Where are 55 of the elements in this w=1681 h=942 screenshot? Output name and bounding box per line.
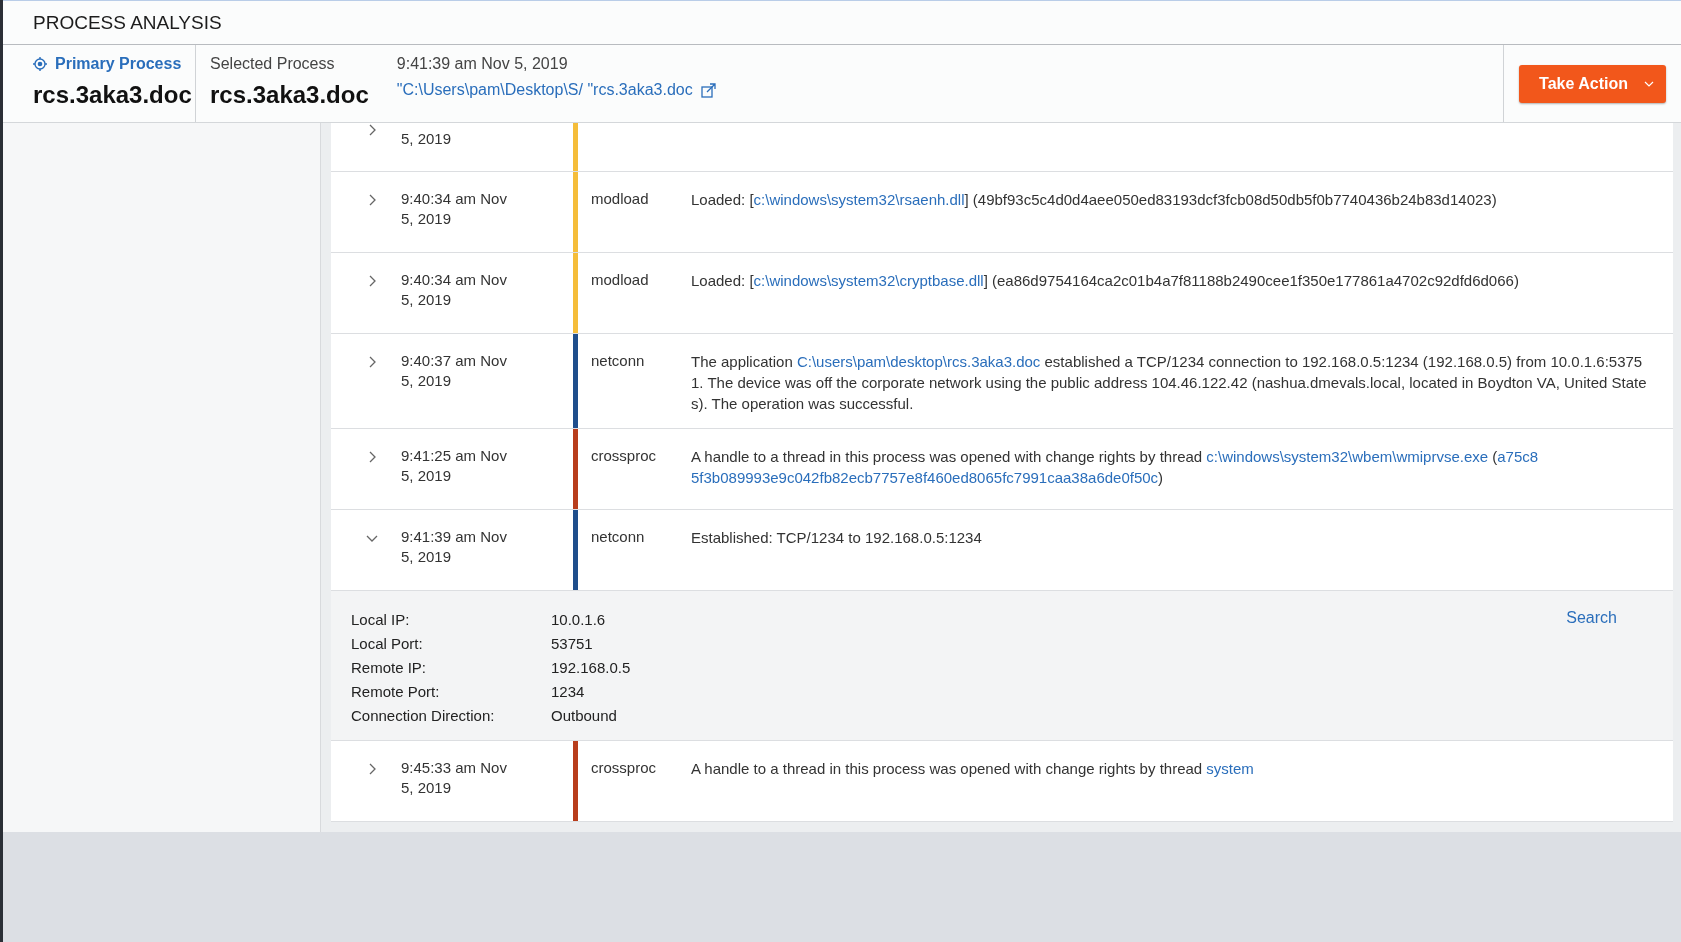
event-description: Loaded: [c:\windows\system32\rsaenh.dll] (49bf93c5c4d0d4aee050ed83193dcf3fcb08d50db5f0b7740436b24b83d14023) [691,190,1498,210]
event-type: netconn [591,528,645,545]
primary-process-link[interactable]: Primary Process [33,55,182,73]
process-path-link[interactable]: "C:\Users\pam\Desktop\S/ "rcs.3aka3.doc [396,81,716,99]
path-link[interactable]: a75c8 [1497,448,1539,465]
event-time: 9:40:37 am Nov 5, 2019 [401,351,508,391]
detail-value: 1234 [551,682,586,702]
event-description: Established: TCP/1234 to 192.168.0.5:1234 [691,528,983,548]
event-type: crossproc [591,759,657,776]
event-description: A handle to a thread in this process was opened with change rights by thread system [691,759,1255,779]
event-time: 9:40:34 am Nov 5, 2019 [401,270,508,310]
event-row[interactable] [331,334,1673,429]
detail-label: Remote IP: [351,658,428,678]
event-row[interactable]: 9:40:34 am Nov 5, 2019 modload Loaded: [c:\windows\system32\rsaenh.dll] (49bf93c5c4d0d4aee050ed83193dcf3fcb08d50db5f0b7740436b24b83d14023) [331,172,1673,253]
search-link[interactable]: Search [1566,609,1617,627]
detail-value: 10.0.1.6 [551,610,607,630]
external-link-icon [700,82,716,98]
event-row[interactable]: 9:45:33 am Nov 5, 2019 crossproc A handle to a thread in this process was opened with change rights by thread system [331,741,1673,822]
path-link[interactable]: c:\windows\system32\rsaenh.dll [753,191,965,208]
detail-value: 53751 [551,634,594,654]
selected-process-name: rcs.3aka3.doc [210,81,369,109]
detail-label: Connection Direction: [351,706,496,726]
detail-value: Outbound [551,706,618,726]
detail-label: Remote Port: [351,682,441,702]
event-type: netconn [591,352,645,369]
event-type: modload [591,271,649,288]
path-link[interactable]: C:\users\pam\desktop\rcs.3aka3.doc [796,353,1041,370]
target-icon [33,57,47,71]
primary-process-name: rcs.3aka3.doc [33,81,192,109]
detail-value: 192.168.0.5 [551,658,631,678]
event-description: The application C:\users\pam\desktop\rcs.3aka3.doc established a TCP/1234 connection to 192.168.0.5:1234 (192.168.0.5) from 10.0.1.6:53751. The device was off the corporate network using the public address 104.46.122.42 (nashua.dmevals.local, located in Boydton VA, United States). The operation was successful. [691,352,1648,414]
path-link[interactable]: 5f3b089993e9c042fb82ecb7757e8f460ed8065fc7991caa38a6de0f50c [691,469,1159,486]
event-time: 9:45:33 am Nov 5, 2019 [401,758,508,798]
event-description: A handle to a thread in this process was opened with change rights by thread c:\windows\system32\wbem\wmiprvse.exe (a75c8 5f3b089993e9c042fb82ecb7757e8f460ed8065fc7991caa38a6de0f50c) [691,447,1540,488]
caret-icon [1643,80,1654,87]
event-description: Loaded: [c:\windows\system32\cryptbase.dll] (ea86d9754164ca2c01b4a7f81188b2490cee1f350e177861a4702c92dfd6d066) [691,271,1520,291]
path-link[interactable]: c:\windows\system32\wbem\wmiprvse.exe [1206,448,1489,465]
selected-process-label: Selected Process [210,55,335,73]
event-time: 9:41:25 am Nov 5, 2019 [401,446,508,486]
process-time: 9:41:39 am Nov 5, 2019 [396,55,568,73]
event-row[interactable]: 9:40:34 am Nov 5, 2019 modload Loaded: [c:\windows\system32\cryptbase.dll] (ea86d9754164ca2c01b4a7f81188b2490cee1f350e177861a4702c92dfd6d066) [331,253,1673,334]
event-row[interactable]: 5, 2019 [331,123,1673,172]
event-time: 9:40:34 am Nov 5, 2019 [401,189,508,229]
path-link[interactable]: c:\windows\system32\cryptbase.dll [753,272,984,289]
take-action-button[interactable]: Take Action [1519,64,1666,103]
event-time: 5, 2019 [401,129,453,149]
event-type: modload [591,190,649,207]
event-row[interactable] [331,429,1673,510]
event-row[interactable]: 9:41:39 am Nov 5, 2019 netconn Established: TCP/1234 to 192.168.0.5:1234 [331,510,1673,591]
detail-label: Local IP: [351,610,411,630]
event-type: crossproc [591,447,657,464]
detail-label: Local Port: [351,634,424,654]
page-title: PROCESS ANALYSIS [33,11,222,34]
path-link[interactable]: system [1206,760,1254,777]
event-time: 9:41:39 am Nov 5, 2019 [401,527,508,567]
